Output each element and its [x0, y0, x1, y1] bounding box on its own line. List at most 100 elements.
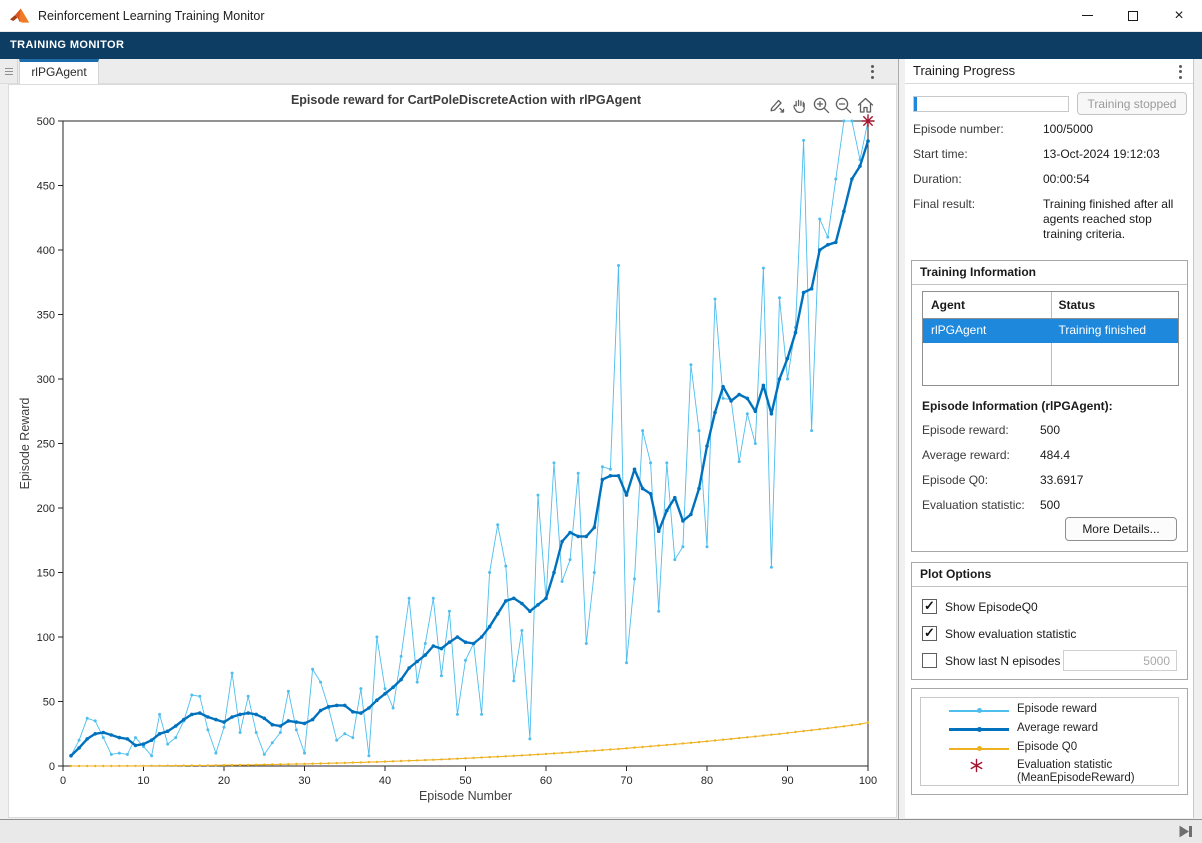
toolstrip: TRAINING MONITOR: [0, 32, 1202, 59]
legend-section: Episode reward Average reward Episode Q0…: [911, 688, 1188, 795]
legend-label: Evaluation statistic (MeanEpisodeReward): [1017, 759, 1135, 785]
agent-cell: rlPGAgent: [931, 319, 1046, 342]
figure-panel: 0102030405060708090100050100150200250300…: [8, 84, 897, 818]
more-details-button[interactable]: More Details...: [1065, 517, 1177, 541]
minimize-button[interactable]: [1064, 0, 1110, 31]
row-value: 00:00:54: [1043, 172, 1187, 187]
svg-text:60: 60: [540, 775, 552, 787]
skip-forward-icon[interactable]: [1179, 825, 1193, 838]
row-value: 500: [1040, 423, 1060, 437]
svg-text:30: 30: [298, 775, 310, 787]
panel-divider: [898, 59, 899, 819]
row-value: 500: [1040, 498, 1060, 512]
column-header-status: Status: [1059, 292, 1096, 318]
status-cell: Training finished: [1059, 319, 1147, 342]
title-bar: Reinforcement Learning Training Monitor …: [0, 0, 1202, 32]
svg-text:400: 400: [37, 245, 55, 257]
episode-information-title: Episode Information (rlPGAgent):: [922, 399, 1113, 413]
episode-reward-chart[interactable]: 0102030405060708090100050100150200250300…: [9, 85, 898, 819]
minimize-icon: [1082, 15, 1093, 16]
line-dot-swatch: [949, 746, 1009, 751]
svg-text:Episode Reward: Episode Reward: [18, 398, 32, 490]
matlab-logo-icon: [10, 7, 30, 25]
legend-label: Average reward: [1017, 722, 1098, 735]
training-stopped-button[interactable]: Training stopped: [1077, 92, 1187, 115]
svg-text:500: 500: [37, 116, 55, 128]
legend-item-episode-q0: Episode Q0: [921, 740, 1178, 756]
checkbox-label: Show EpisodeQ0: [945, 600, 1038, 614]
tab-options-kebab-icon[interactable]: [863, 59, 881, 84]
plot-options-section: Plot Options Show EpisodeQ0 Show evaluat…: [911, 562, 1188, 680]
zoom-out-icon[interactable]: [834, 96, 853, 115]
row-label: Episode reward:: [922, 423, 1038, 437]
row-value: 100/5000: [1043, 122, 1187, 137]
svg-text:0: 0: [60, 775, 66, 787]
agent-status-table: Agent Status rlPGAgent Training finished: [922, 291, 1179, 386]
line-dot-swatch: [949, 727, 1009, 732]
panel-title: Training Progress: [905, 59, 1193, 83]
row-label: Start time:: [913, 147, 1039, 161]
svg-text:80: 80: [701, 775, 713, 787]
chart-title: Episode reward for CartPoleDiscreteActio…: [63, 93, 869, 107]
svg-text:Episode Number: Episode Number: [419, 789, 512, 803]
pan-hand-icon[interactable]: [790, 96, 809, 115]
table-header-row: Agent Status: [923, 292, 1178, 319]
svg-text:250: 250: [37, 439, 55, 451]
training-information-section: Training Information Agent Status rlPGAg…: [911, 260, 1188, 552]
maximize-button[interactable]: [1110, 0, 1156, 31]
row-value: Training finished after all agents reach…: [1043, 197, 1187, 242]
checkbox-label: Show last N episodes: [945, 654, 1060, 668]
svg-text:50: 50: [459, 775, 471, 787]
section-title: Training Information: [912, 261, 1187, 285]
svg-text:70: 70: [620, 775, 632, 787]
show-episodeq0-checkbox[interactable]: [922, 599, 937, 614]
toolstrip-tab-training-monitor[interactable]: TRAINING MONITOR: [0, 32, 124, 59]
maximize-icon: [1128, 11, 1138, 21]
window-title: Reinforcement Learning Training Monitor: [38, 9, 265, 23]
legend-item-evaluation-statistic: Evaluation statistic (MeanEpisodeReward): [921, 758, 1178, 786]
export-icon[interactable]: [768, 96, 787, 115]
show-evaluation-statistic-checkbox[interactable]: [922, 626, 937, 641]
row-label: Final result:: [913, 197, 1039, 211]
row-value: 484.4: [1040, 448, 1070, 462]
section-title: Plot Options: [912, 563, 1187, 587]
close-button[interactable]: ×: [1156, 0, 1202, 31]
row-label: Episode Q0:: [922, 473, 1038, 487]
panel-header: Training Progress: [905, 59, 1193, 84]
svg-text:350: 350: [37, 310, 55, 322]
checkbox-label: Show evaluation statistic: [945, 627, 1076, 641]
svg-text:100: 100: [859, 775, 877, 787]
n-episodes-input[interactable]: [1063, 650, 1177, 671]
svg-text:10: 10: [137, 775, 149, 787]
svg-text:200: 200: [37, 503, 55, 515]
svg-text:90: 90: [781, 775, 793, 787]
svg-text:450: 450: [37, 181, 55, 193]
line-dot-swatch: [949, 708, 1009, 713]
zoom-in-icon[interactable]: [812, 96, 831, 115]
table-row[interactable]: rlPGAgent Training finished: [923, 319, 1178, 343]
legend-item-average-reward: Average reward: [921, 721, 1178, 737]
row-label: Average reward:: [922, 448, 1038, 462]
status-bar: [0, 819, 1202, 843]
show-last-n-episodes-checkbox[interactable]: [922, 653, 937, 668]
tab-rlpgagent[interactable]: rlPGAgent: [19, 59, 99, 84]
asterisk-marker-icon: [969, 758, 984, 773]
legend-item-episode-reward: Episode reward: [921, 702, 1178, 718]
row-label: Episode number:: [913, 122, 1039, 136]
row-value: 33.6917: [1040, 473, 1083, 487]
drag-grip-icon[interactable]: [0, 59, 18, 84]
training-progress-panel: Training Progress Training stopped Episo…: [905, 59, 1194, 818]
close-icon: ×: [1174, 8, 1183, 24]
legend-label: Episode reward: [1017, 703, 1097, 716]
svg-text:150: 150: [37, 568, 55, 580]
row-label: Duration:: [913, 172, 1039, 186]
row-label: Evaluation statistic:: [922, 498, 1038, 512]
svg-text:50: 50: [43, 697, 55, 709]
window-controls: ×: [1064, 0, 1202, 31]
svg-text:100: 100: [37, 632, 55, 644]
home-icon[interactable]: [856, 96, 875, 115]
svg-text:20: 20: [218, 775, 230, 787]
column-header-agent: Agent: [931, 292, 1046, 318]
rl-training-monitor-window: { "window": { "title": "Reinforcement Le…: [0, 0, 1202, 843]
panel-options-kebab-icon[interactable]: [1171, 59, 1189, 84]
